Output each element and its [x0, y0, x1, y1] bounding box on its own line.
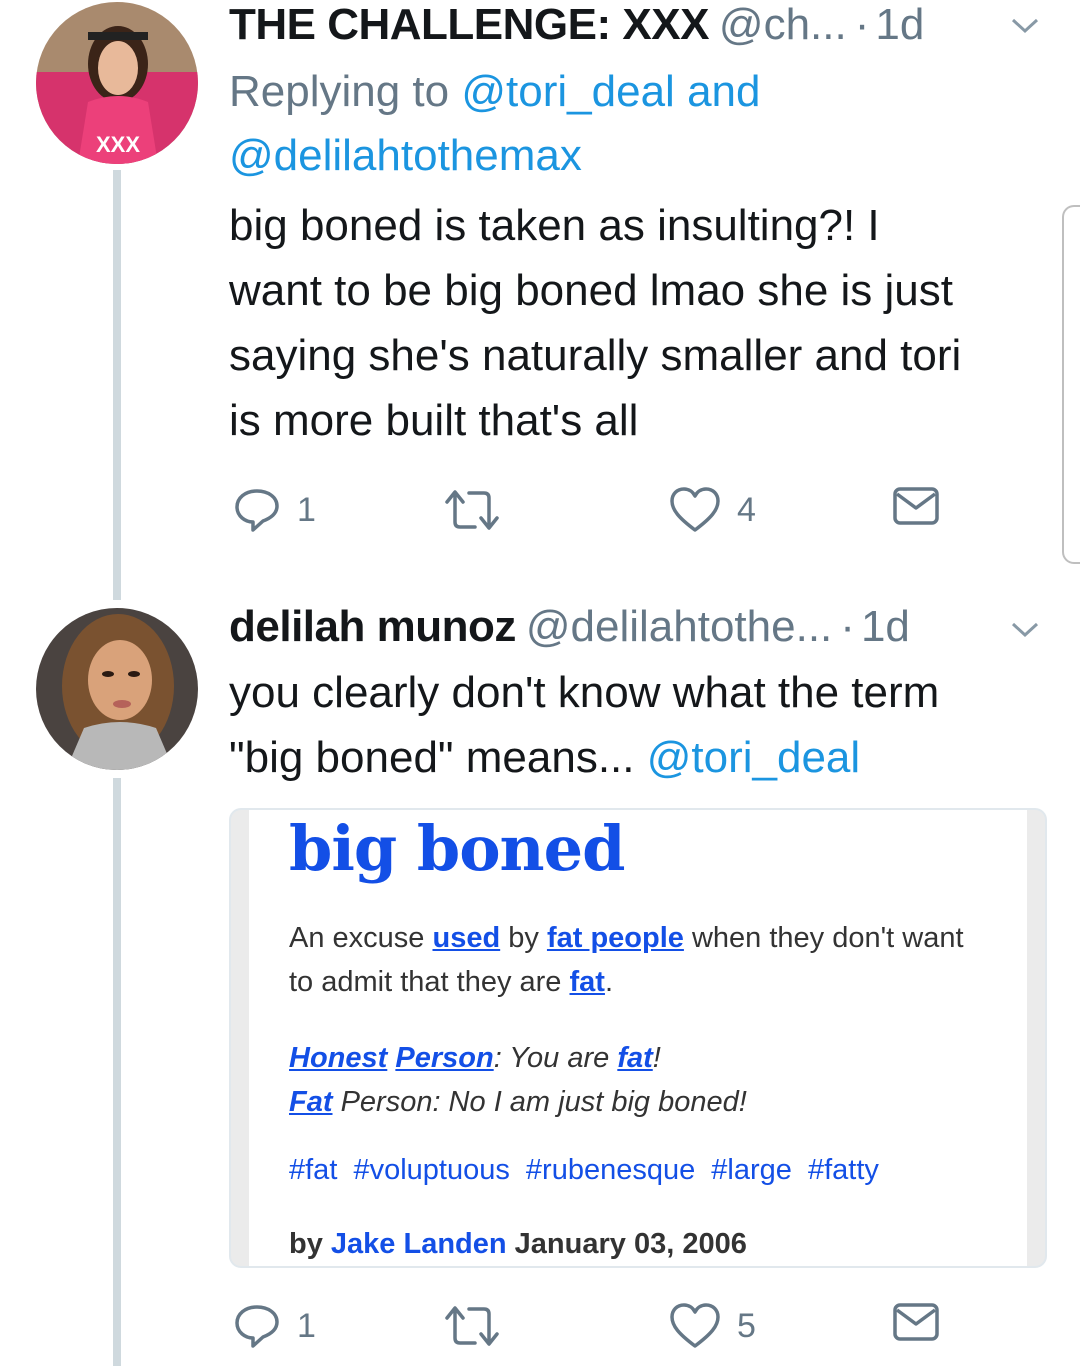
tweet-text-fragment: "big boned" means...	[229, 733, 635, 782]
like-count: 4	[737, 490, 756, 529]
display-name[interactable]: THE CHALLENGE: XXX	[229, 0, 709, 50]
dm-icon	[893, 1303, 939, 1341]
mention-link[interactable]: @tori_deal	[647, 733, 860, 782]
definition-title: big boned	[289, 812, 625, 885]
chevron-down-icon[interactable]	[1010, 16, 1040, 36]
chevron-down-icon[interactable]	[1010, 620, 1040, 640]
example-link: Honest	[289, 1042, 388, 1074]
like-icon	[670, 487, 720, 532]
avatar[interactable]	[36, 608, 198, 770]
tweet-actions: 1 5	[229, 1302, 949, 1352]
tweet-text: you clearly don't know what the term "bi…	[229, 660, 1059, 790]
byline-label: by	[289, 1228, 323, 1260]
reply-icon	[235, 489, 279, 532]
reply-button[interactable]: 1	[233, 486, 316, 534]
timestamp[interactable]: 1d	[861, 602, 910, 652]
separator-dot: ·	[854, 0, 870, 49]
definition-fragment: .	[604, 966, 614, 998]
retweet-button[interactable]	[441, 1302, 503, 1350]
avatar[interactable]: XXX	[36, 2, 198, 164]
dm-button[interactable]	[893, 1302, 939, 1342]
example-link: Fat	[289, 1086, 333, 1118]
definition-link: fat people	[546, 922, 684, 954]
example-line: Honest Person: You are fat!	[289, 1036, 989, 1080]
tweet-text-line: want to be big boned lmao she is just	[229, 266, 954, 315]
byline-author: Jake Landen	[330, 1228, 507, 1260]
thread-line-bottom	[113, 778, 121, 1366]
display-name[interactable]: delilah munoz	[229, 602, 516, 652]
scrollbar-edge[interactable]	[1062, 205, 1080, 564]
tweet-text-line: big boned is taken as insulting?! I	[229, 201, 880, 250]
retweet-button[interactable]	[441, 486, 503, 534]
tweet-text-line: "big boned" means... @tori_deal	[229, 725, 1059, 790]
tweet-text-line: is more built that's all	[229, 396, 639, 445]
example-line: Fat Person: No I am just big boned!	[289, 1080, 989, 1124]
example-fragment: Person: No I am just big boned!	[340, 1086, 747, 1118]
like-button[interactable]: 5	[669, 1302, 756, 1350]
example-link: Person	[395, 1042, 494, 1074]
replying-to: Replying to @tori_deal and @delilahtothe…	[229, 60, 1049, 188]
dm-button[interactable]	[893, 486, 939, 526]
definition-fragment: An excuse	[289, 922, 425, 954]
replying-to-label: Replying to	[229, 67, 450, 116]
tweet-text-line: you clearly don't know what the term	[229, 668, 940, 717]
mention-link[interactable]: @delilahtothemax	[229, 131, 582, 180]
tag: #large	[711, 1154, 792, 1186]
tweet-text-line: saying she's naturally smaller and tori	[229, 331, 962, 380]
like-button[interactable]: 4	[669, 486, 756, 534]
tag: #rubenesque	[525, 1154, 696, 1186]
reply-count: 1	[297, 1306, 316, 1345]
example-fragment: !	[652, 1042, 661, 1074]
mention-link[interactable]: @tori_deal	[461, 67, 674, 116]
definition-link: fat	[569, 966, 605, 998]
timestamp[interactable]: 1d	[875, 0, 924, 50]
tweet-actions: 1 4	[229, 486, 949, 536]
example-fragment: : You are	[493, 1042, 610, 1074]
thread-line-top	[113, 170, 121, 600]
tweet-header: THE CHALLENGE: XXX @ch... · 1d	[229, 0, 1044, 50]
tag: #fat	[289, 1154, 338, 1186]
tag: #fatty	[807, 1154, 879, 1186]
like-count: 5	[737, 1306, 756, 1345]
retweet-icon	[445, 490, 499, 530]
example-link: fat	[617, 1042, 653, 1074]
user-handle[interactable]: @delilahtothe...	[526, 602, 832, 652]
definition-text: An excuse used by fat people when they d…	[289, 916, 989, 1004]
reply-button[interactable]: 1	[233, 1302, 316, 1350]
tweet-text: big boned is taken as insulting?! I want…	[229, 193, 1059, 453]
byline-date: January 03, 2006	[514, 1228, 747, 1260]
example-text: Honest Person: You are fat! Fat Person: …	[289, 1036, 989, 1124]
urban-dictionary-entry: big boned An excuse used by fat people w…	[249, 810, 1027, 1266]
tweet-header: delilah munoz @delilahtothe... · 1d	[229, 602, 1044, 652]
tag: #voluptuous	[353, 1154, 510, 1186]
svg-text:XXX: XXX	[96, 132, 140, 157]
user-handle[interactable]: @ch...	[719, 0, 847, 50]
reply-icon	[235, 1305, 279, 1348]
separator-dot: ·	[840, 602, 855, 651]
definition-link: used	[432, 922, 501, 954]
attached-image[interactable]: big boned An excuse used by fat people w…	[229, 808, 1047, 1268]
dm-icon	[893, 487, 939, 525]
reply-count: 1	[297, 490, 316, 529]
mention-and: and	[687, 67, 761, 116]
like-icon	[670, 1303, 720, 1348]
definition-byline: by Jake Landen January 03, 2006	[289, 1228, 747, 1261]
definition-fragment: by	[508, 922, 539, 954]
retweet-icon	[445, 1306, 499, 1346]
tag-list: #fat #voluptuous #rubenesque #large #fat…	[289, 1154, 887, 1187]
